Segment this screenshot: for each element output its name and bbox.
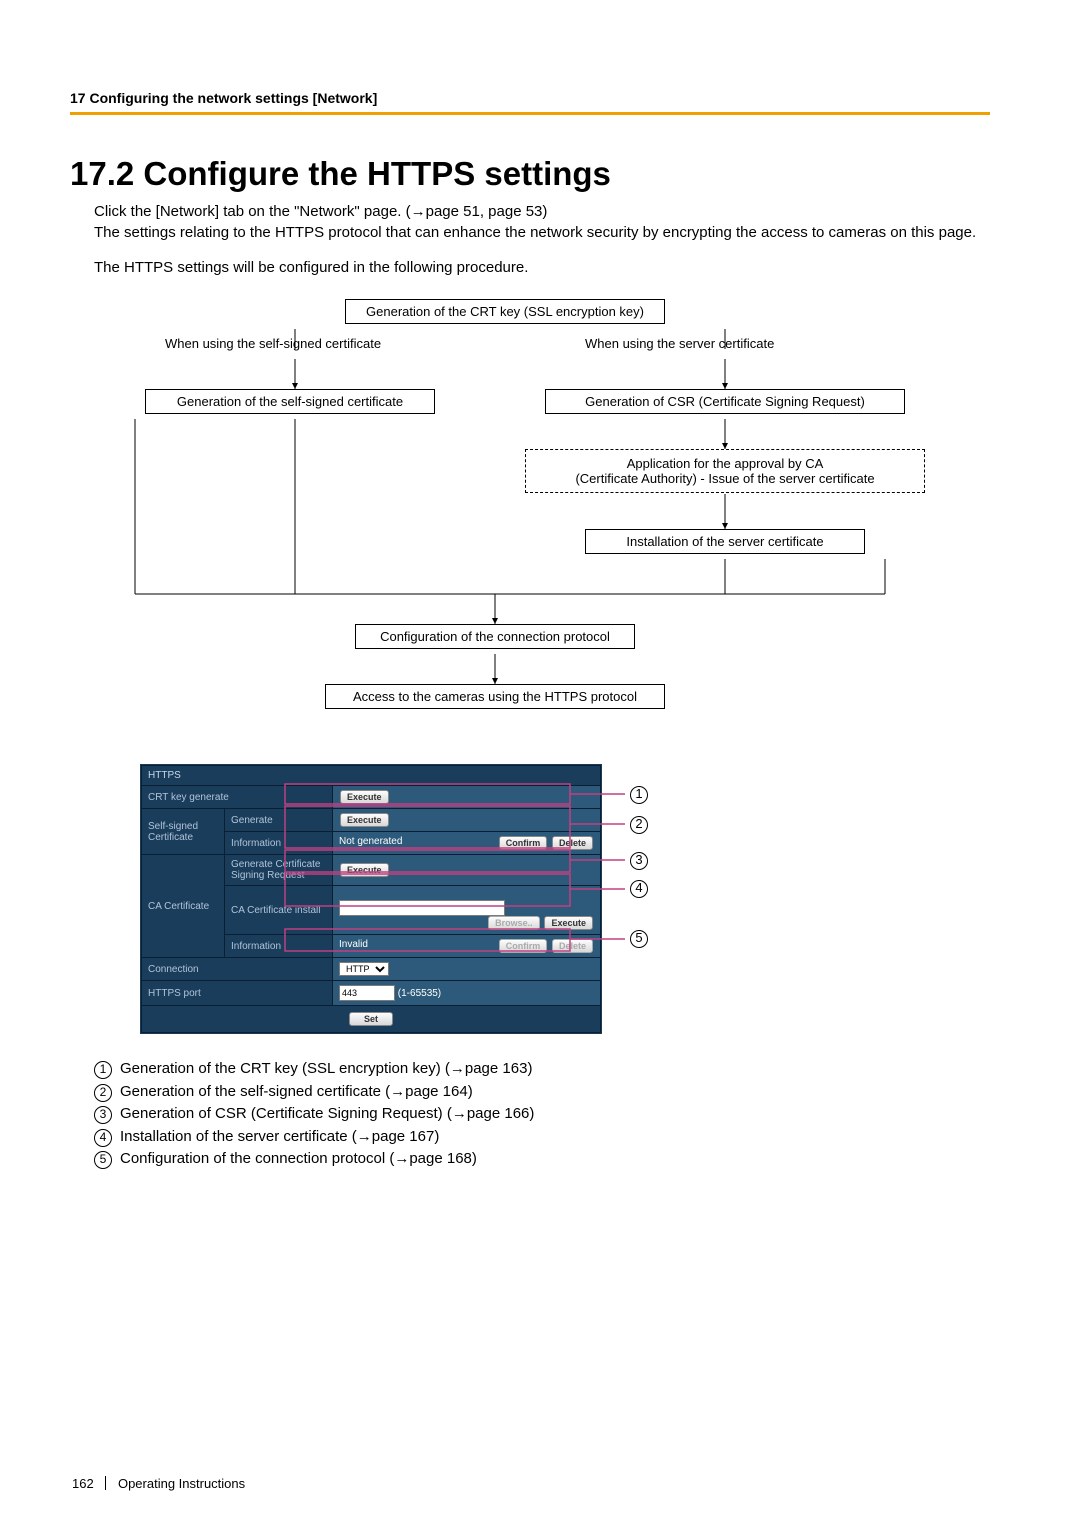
execute-button[interactable]: Execute <box>340 813 389 827</box>
legend-2: Generation of the self-signed certificat… <box>120 1083 473 1100</box>
info-invalid: Invalid <box>339 939 368 950</box>
row-gen-csr: Generate Certificate Signing Request <box>225 855 333 886</box>
page-footer: 162 Operating Instructions <box>72 1476 245 1491</box>
running-header: 17 Configuring the network settings [Net… <box>70 90 990 106</box>
intro-line2: The settings relating to the HTTPS proto… <box>94 224 976 241</box>
row-connection: Connection <box>142 958 333 981</box>
confirm-button[interactable]: Confirm <box>499 836 548 850</box>
flow-label-server: When using the server certificate <box>585 336 774 351</box>
execute-button[interactable]: Execute <box>544 916 593 930</box>
browse-button[interactable]: Browse.. <box>488 916 540 930</box>
intro-line1: Click the [Network] tab on the "Network"… <box>94 203 547 220</box>
page-number: 162 <box>72 1476 94 1491</box>
flow-label-self: When using the self-signed certificate <box>165 336 381 351</box>
flow-lines <box>105 294 955 724</box>
row-info1: Information <box>225 832 333 855</box>
https-panel: HTTPS CRT key generate Execute Self-sign… <box>140 764 602 1034</box>
port-range: (1-65535) <box>398 988 441 999</box>
legend-1: Generation of the CRT key (SSL encryptio… <box>120 1060 532 1077</box>
flow-box-access: Access to the cameras using the HTTPS pr… <box>325 684 665 709</box>
flow-box-self-gen: Generation of the self-signed certificat… <box>145 389 435 414</box>
flow-ca-line1: Application for the approval by CA <box>627 456 824 471</box>
https-port-input[interactable] <box>339 985 395 1001</box>
legend-num-1: 1 <box>94 1061 112 1079</box>
panel-header: HTTPS <box>142 766 601 786</box>
page-title: 17.2 Configure the HTTPS settings <box>70 155 990 193</box>
execute-button[interactable]: Execute <box>340 863 389 877</box>
row-self-signed: Self-signed Certificate <box>142 809 225 855</box>
legend-list: 1 Generation of the CRT key (SSL encrypti… <box>94 1058 990 1171</box>
flow-box-conn: Configuration of the connection protocol <box>355 624 635 649</box>
header-rule <box>70 112 990 115</box>
ca-file-input[interactable] <box>339 900 505 916</box>
row-crt-key: CRT key generate <box>142 786 333 809</box>
callout-2: 2 <box>630 816 648 834</box>
legend-4: Installation of the server certificate (… <box>120 1128 439 1145</box>
callout-5: 5 <box>630 930 648 948</box>
legend-5: Configuration of the connection protocol… <box>120 1150 477 1167</box>
row-ca-cert: CA Certificate <box>142 855 225 958</box>
info-not-generated: Not generated <box>339 836 402 847</box>
confirm-button[interactable]: Confirm <box>499 939 548 953</box>
flow-box-install: Installation of the server certificate <box>585 529 865 554</box>
legend-num-5: 5 <box>94 1151 112 1169</box>
flow-box-crt: Generation of the CRT key (SSL encryptio… <box>345 299 665 324</box>
delete-button[interactable]: Delete <box>552 939 593 953</box>
row-generate: Generate <box>225 809 333 832</box>
delete-button[interactable]: Delete <box>552 836 593 850</box>
legend-num-2: 2 <box>94 1084 112 1102</box>
flowchart: Generation of the CRT key (SSL encryptio… <box>105 294 955 724</box>
row-https-port: HTTPS port <box>142 981 333 1006</box>
callout-1: 1 <box>630 786 648 804</box>
callout-4: 4 <box>630 880 648 898</box>
doc-title: Operating Instructions <box>118 1476 245 1491</box>
legend-num-4: 4 <box>94 1129 112 1147</box>
flow-ca-line2: (Certificate Authority) - Issue of the s… <box>575 471 874 486</box>
set-button[interactable]: Set <box>349 1012 393 1026</box>
intro-paragraph: Click the [Network] tab on the "Network"… <box>94 201 990 243</box>
execute-button[interactable]: Execute <box>340 790 389 804</box>
intro-line3: The HTTPS settings will be configured in… <box>94 257 990 278</box>
flow-box-csr: Generation of CSR (Certificate Signing R… <box>545 389 905 414</box>
row-ca-install: CA Certificate install <box>225 886 333 935</box>
legend-3: Generation of CSR (Certificate Signing R… <box>120 1105 534 1122</box>
flow-box-ca-app: Application for the approval by CA (Cert… <box>525 449 925 493</box>
callout-3: 3 <box>630 852 648 870</box>
legend-num-3: 3 <box>94 1106 112 1124</box>
connection-select[interactable]: HTTP <box>339 962 389 976</box>
row-info2: Information <box>225 935 333 958</box>
